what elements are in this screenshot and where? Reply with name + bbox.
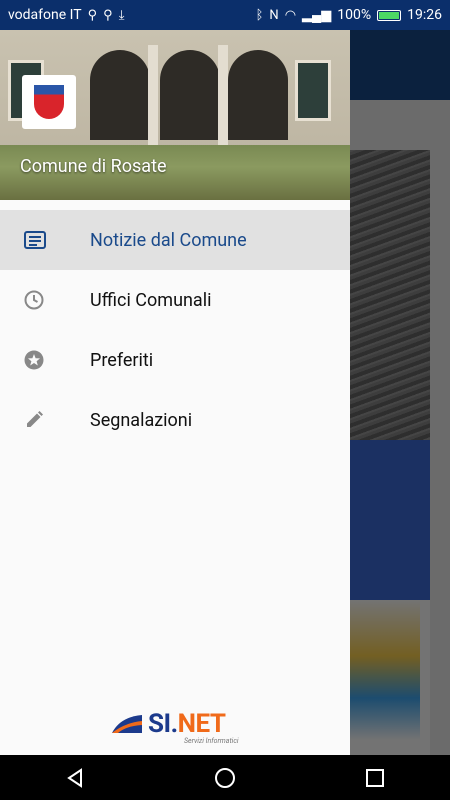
clock-icon (0, 290, 90, 310)
news-icon (0, 231, 90, 249)
usb-icon: ⚲ (103, 7, 113, 23)
pillar (218, 45, 228, 145)
wifi-icon: ◠ (284, 7, 297, 23)
archway (160, 50, 220, 140)
pillar (148, 45, 158, 145)
sinet-logo-icon (112, 715, 142, 733)
menu-item-segnalazioni[interactable]: Segnalazioni (0, 390, 350, 450)
menu-item-preferiti[interactable]: Preferiti (0, 330, 350, 390)
home-button[interactable] (195, 755, 255, 800)
archway (228, 50, 288, 140)
back-button[interactable] (45, 755, 105, 800)
menu-item-label: Uffici Comunali (90, 289, 212, 311)
drawer-title: Comune di Rosate (20, 156, 167, 177)
usb-icon: ⚲ (87, 7, 98, 23)
town-logo (22, 75, 76, 129)
bluetooth-icon: ᛒ (255, 7, 264, 23)
download-icon: ⤓ (118, 7, 125, 23)
pencil-icon (0, 410, 90, 430)
battery-icon (377, 9, 402, 21)
signal-icon: ▂▄▆ (302, 8, 332, 23)
status-bar: vodafone IT ⚲ ⚲ ⤓ ᛒ N ◠ ▂▄▆ 100% 19:26 (0, 0, 450, 30)
battery-percent: 100% (337, 7, 372, 23)
brand-name-part1: SI. (148, 709, 178, 739)
brand-name: SI.NET (148, 709, 226, 739)
menu-item-uffici[interactable]: Uffici Comunali (0, 270, 350, 330)
navigation-drawer: Comune di Rosate Notizie dal Comune Uffi… (0, 30, 350, 755)
sinet-logo: SI.NET Servizi Informatici (110, 709, 239, 745)
home-icon (215, 767, 235, 788)
brand-name-part2: NET (177, 709, 226, 739)
carrier-label: vodafone IT (8, 7, 82, 23)
back-icon (67, 767, 82, 788)
coat-of-arms-icon (34, 85, 64, 119)
menu-item-label: Notizie dal Comune (90, 229, 247, 251)
window (295, 60, 331, 121)
recents-button[interactable] (345, 755, 405, 800)
drawer-menu: Notizie dal Comune Uffici Comunali Prefe… (0, 210, 350, 450)
menu-item-label: Segnalazioni (90, 409, 193, 431)
nfc-icon: N (269, 7, 279, 23)
clock-time: 19:26 (407, 7, 442, 23)
menu-item-label: Preferiti (90, 349, 154, 371)
drawer-header: Comune di Rosate (0, 30, 350, 200)
archway (90, 50, 150, 140)
brand-subtitle: Servizi Informatici (184, 737, 239, 745)
recents-icon (366, 768, 384, 787)
system-navigation-bar (0, 755, 450, 800)
menu-item-notizie[interactable]: Notizie dal Comune (0, 210, 350, 270)
star-icon (0, 350, 90, 370)
